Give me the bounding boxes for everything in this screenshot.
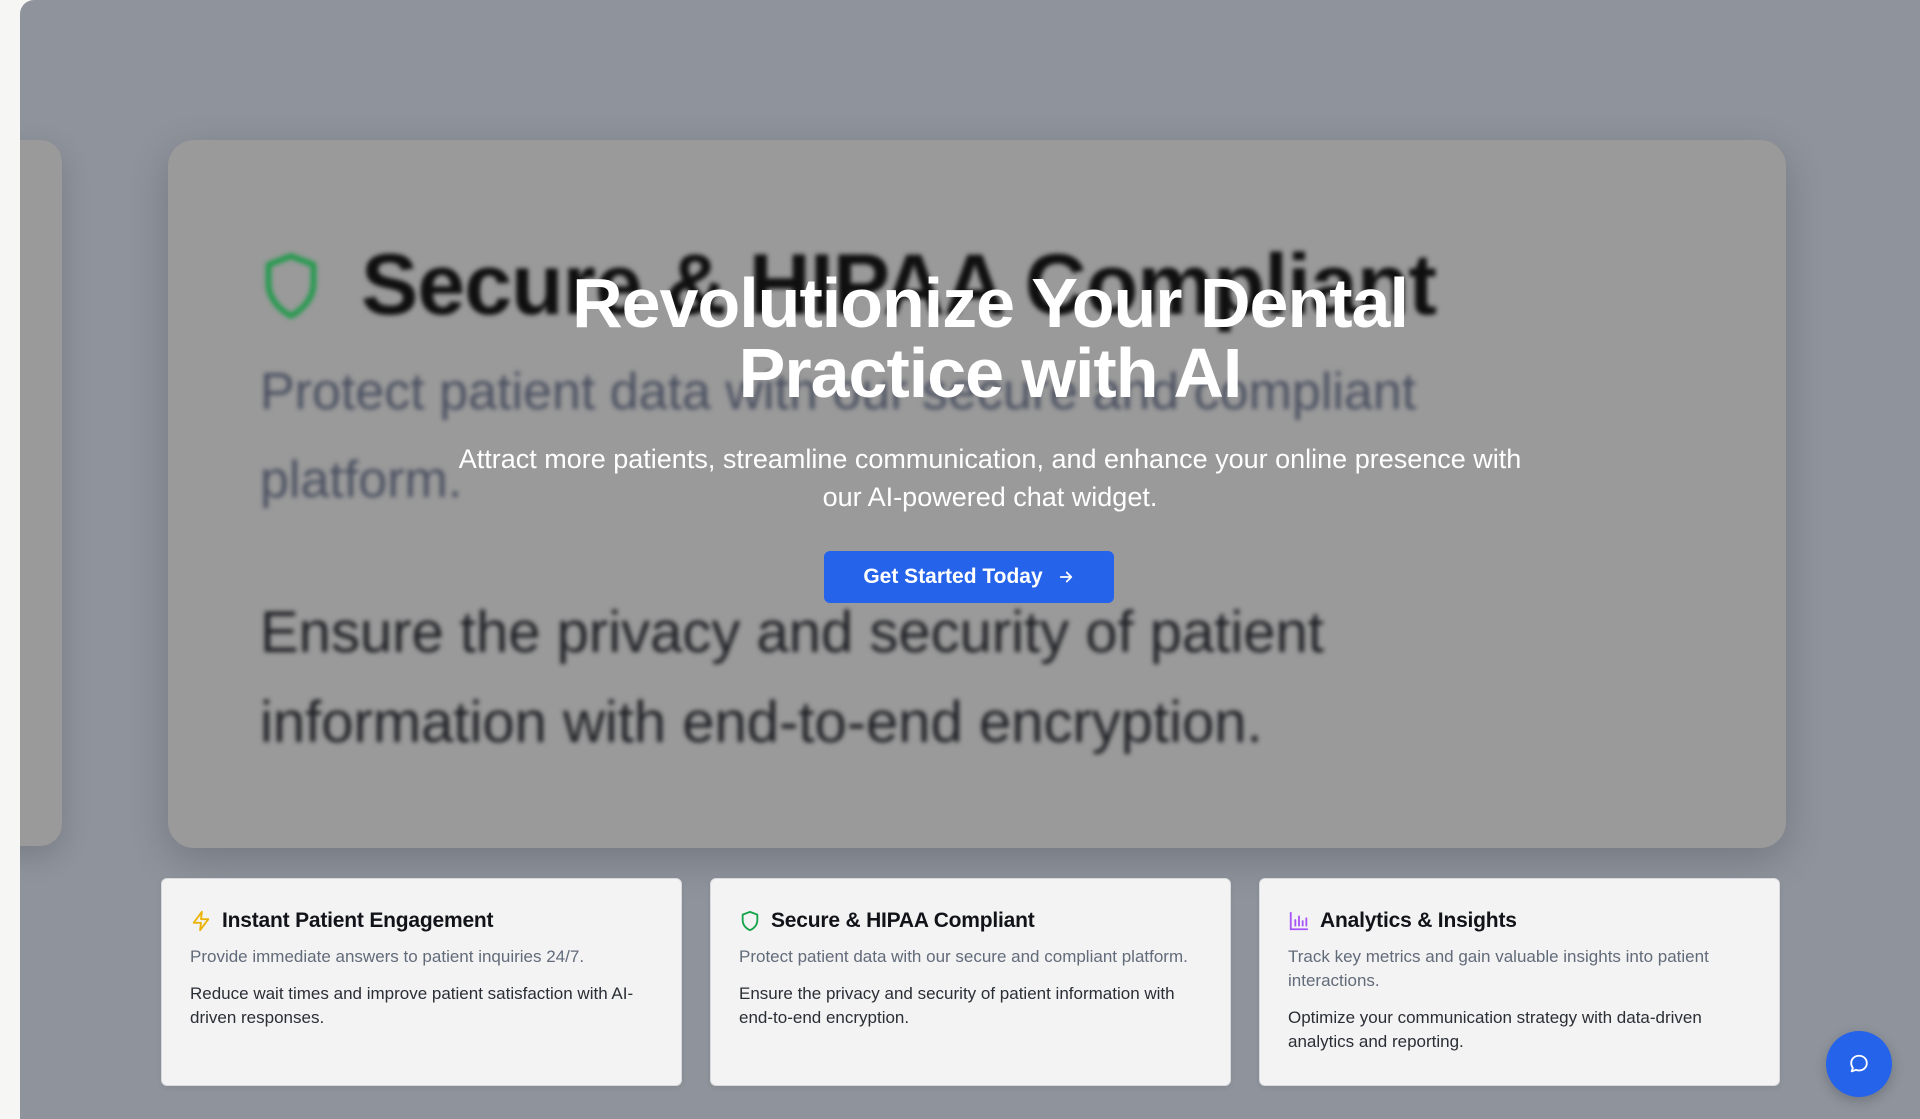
arrow-right-icon <box>1059 571 1072 583</box>
feature-card-title: Analytics & Insights <box>1320 909 1517 932</box>
chat-widget-button[interactable] <box>1826 1031 1892 1097</box>
feature-card-secure-hipaa: Secure & HIPAA Compliant Protect patient… <box>710 878 1231 1086</box>
hero-title: Revolutionize Your Dental Practice with … <box>572 264 1409 412</box>
shield-icon <box>265 252 317 319</box>
carousel-prev-card <box>20 140 62 846</box>
feature-card-body: Ensure the privacy and security of patie… <box>739 984 1175 1027</box>
feature-card-description: Provide immediate answers to patient inq… <box>190 947 585 966</box>
feature-cards: Instant Patient Engagement Provide immed… <box>161 878 1780 1086</box>
bar-chart-icon <box>1289 911 1309 931</box>
hero-subtitle: Attract more patients, streamline commun… <box>458 444 1522 512</box>
feature-card-title: Secure & HIPAA Compliant <box>771 909 1035 932</box>
get-started-label: Get Started Today <box>863 565 1043 588</box>
feature-card-body: Optimize your communication strategy wit… <box>1288 1008 1702 1051</box>
feature-card-instant-engagement: Instant Patient Engagement Provide immed… <box>161 878 682 1086</box>
feature-card-description: Protect patient data with our secure and… <box>739 947 1188 966</box>
feature-card-title: Instant Patient Engagement <box>222 909 494 932</box>
carousel-card-body: Ensure the privacy and security of patie… <box>260 600 1324 755</box>
shield-icon <box>741 910 759 932</box>
feature-card-description: Track key metrics and gain valuable insi… <box>1288 947 1709 990</box>
get-started-button[interactable]: Get Started Today <box>824 551 1114 603</box>
page: Secure & HIPAA Compliant Protect patient… <box>20 0 1920 1119</box>
chat-bubble-icon <box>1850 1054 1868 1073</box>
feature-card-analytics: Analytics & Insights Track key metrics a… <box>1259 878 1780 1086</box>
feature-card-body: Reduce wait times and improve patient sa… <box>190 984 634 1027</box>
lightning-icon <box>192 910 210 932</box>
